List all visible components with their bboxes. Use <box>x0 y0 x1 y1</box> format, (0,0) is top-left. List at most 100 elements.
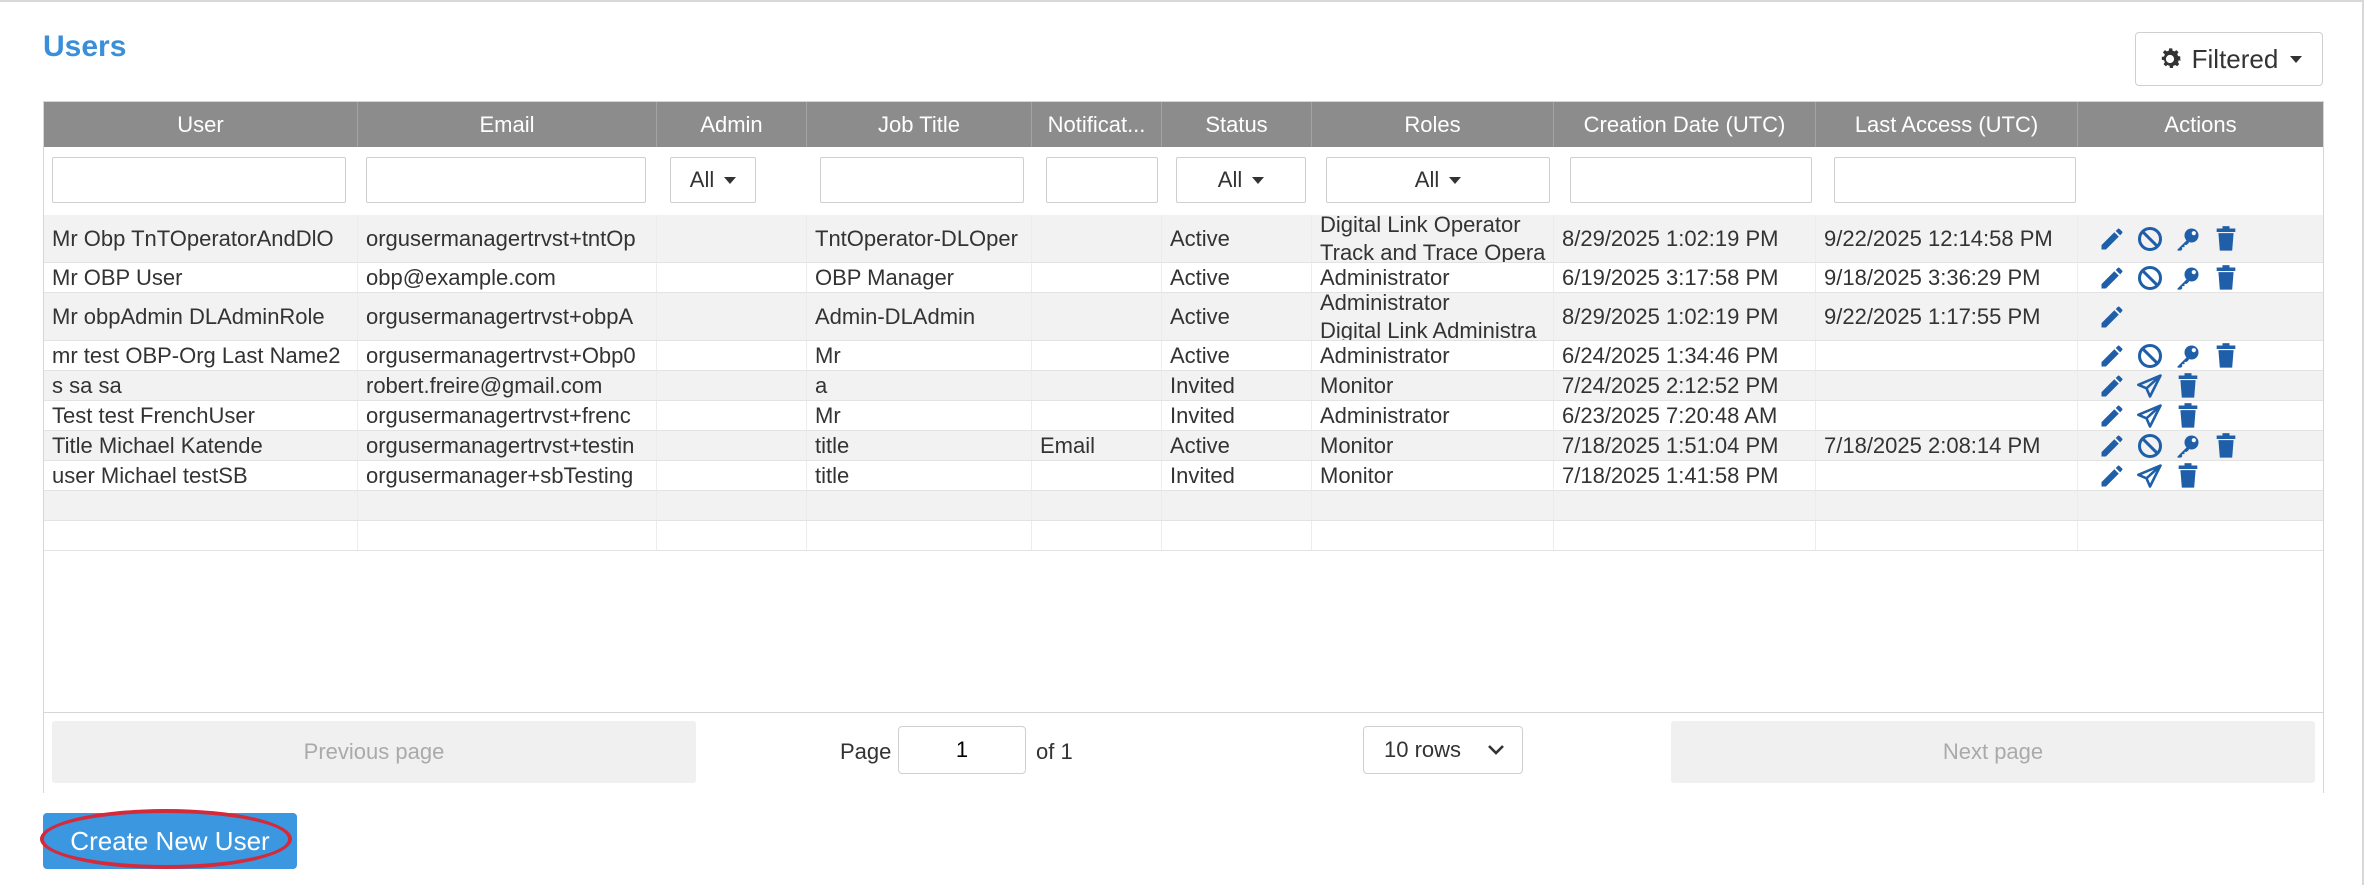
cell-created: 7/18/2025 1:51:04 PM <box>1554 431 1816 460</box>
key-icon[interactable] <box>2174 264 2202 292</box>
trash-icon[interactable] <box>2174 372 2202 400</box>
ban-icon[interactable] <box>2136 432 2164 460</box>
cell-roles: Monitor <box>1312 371 1554 400</box>
ban-icon[interactable] <box>2136 225 2164 253</box>
pencil-icon[interactable] <box>2098 462 2126 490</box>
cell-user <box>44 521 358 550</box>
cell-admin <box>657 263 807 292</box>
key-icon[interactable] <box>2174 225 2202 253</box>
trash-icon[interactable] <box>2212 225 2240 253</box>
cell-user: Mr OBP User <box>44 263 358 292</box>
column-header-admin[interactable]: Admin <box>657 102 807 147</box>
paper-plane-icon[interactable] <box>2136 402 2164 430</box>
pencil-icon[interactable] <box>2098 264 2126 292</box>
cell-email <box>358 521 657 550</box>
pencil-icon[interactable] <box>2098 342 2126 370</box>
previous-page-button[interactable]: Previous page <box>52 721 696 783</box>
email-filter-input[interactable] <box>366 157 646 203</box>
ban-icon[interactable] <box>2136 342 2164 370</box>
pencil-icon[interactable] <box>2098 402 2126 430</box>
trash-icon[interactable] <box>2174 462 2202 490</box>
cell-created: 6/23/2025 7:20:48 AM <box>1554 401 1816 430</box>
cell-actions <box>2078 293 2323 340</box>
status-filter-value: All <box>1217 167 1243 192</box>
cell-created <box>1554 521 1816 550</box>
trash-icon[interactable] <box>2212 342 2240 370</box>
last-access-filter-input[interactable] <box>1834 157 2076 203</box>
column-header-notification[interactable]: Notificat... <box>1032 102 1162 147</box>
cell-actions <box>2078 371 2323 400</box>
rows-per-page-select[interactable]: 10 rows <box>1363 726 1523 774</box>
cell-admin <box>657 431 807 460</box>
cell-job-title <box>807 521 1032 550</box>
creation-date-filter-input[interactable] <box>1570 157 1812 203</box>
column-header-status[interactable]: Status <box>1162 102 1312 147</box>
trash-icon[interactable] <box>2212 432 2240 460</box>
column-header-last-access[interactable]: Last Access (UTC) <box>1816 102 2078 147</box>
cell-user: mr test OBP-Org Last Name2 <box>44 341 358 370</box>
cell-roles <box>1312 491 1554 520</box>
table-row[interactable] <box>44 521 2323 551</box>
table-row[interactable]: Title Michael Katende orgusermanagertrvst… <box>44 431 2323 461</box>
table-row[interactable]: Mr OBP User obp@example.com OBP Manager Act… <box>44 263 2323 293</box>
column-header-job-title[interactable]: Job Title <box>807 102 1032 147</box>
cell-admin <box>657 371 807 400</box>
cell-created: 7/18/2025 1:41:58 PM <box>1554 461 1816 490</box>
cell-roles: Monitor <box>1312 431 1554 460</box>
pencil-icon[interactable] <box>2098 225 2126 253</box>
cell-status: Active <box>1162 431 1312 460</box>
table-row[interactable]: user Michael testSB orgusermanager+sbTest… <box>44 461 2323 491</box>
cell-actions <box>2078 521 2323 550</box>
table-row[interactable]: s sa sa robert.freire@gmail.com a Invited Mo… <box>44 371 2323 401</box>
cell-job-title: Mr <box>807 401 1032 430</box>
cell-notification <box>1032 491 1162 520</box>
cell-email: orgusermanagertrvst+Obp0 <box>358 341 657 370</box>
next-page-button[interactable]: Next page <box>1671 721 2315 783</box>
cell-user: s sa sa <box>44 371 358 400</box>
cell-last-access <box>1816 461 2078 490</box>
trash-icon[interactable] <box>2212 264 2240 292</box>
cell-notification <box>1032 293 1162 340</box>
column-header-email[interactable]: Email <box>358 102 657 147</box>
user-filter-input[interactable] <box>52 157 346 203</box>
cell-job-title: title <box>807 431 1032 460</box>
table-row[interactable]: mr test OBP-Org Last Name2 orgusermanager… <box>44 341 2323 371</box>
paper-plane-icon[interactable] <box>2136 462 2164 490</box>
pencil-icon[interactable] <box>2098 303 2126 331</box>
cell-job-title: Admin-DLAdmin <box>807 293 1032 340</box>
key-icon[interactable] <box>2174 432 2202 460</box>
key-icon[interactable] <box>2174 342 2202 370</box>
table-row[interactable]: Mr obpAdmin DLAdminRole orgusermanagertrv… <box>44 293 2323 341</box>
ban-icon[interactable] <box>2136 264 2164 292</box>
paper-plane-icon[interactable] <box>2136 372 2164 400</box>
pencil-icon[interactable] <box>2098 432 2126 460</box>
gear-icon <box>2161 48 2181 68</box>
admin-filter-select[interactable]: All <box>670 157 756 203</box>
page-number-input[interactable] <box>898 726 1026 774</box>
roles-filter-select[interactable]: All <box>1326 157 1550 203</box>
job-title-filter-input[interactable] <box>820 157 1024 203</box>
column-header-creation-date[interactable]: Creation Date (UTC) <box>1554 102 1816 147</box>
pencil-icon[interactable] <box>2098 372 2126 400</box>
filtered-dropdown-button[interactable]: Filtered <box>2135 32 2323 86</box>
column-header-user[interactable]: User <box>44 102 358 147</box>
cell-status: Invited <box>1162 461 1312 490</box>
cell-last-access: 9/22/2025 1:17:55 PM <box>1816 293 2078 340</box>
status-filter-select[interactable]: All <box>1176 157 1306 203</box>
cell-status: Active <box>1162 341 1312 370</box>
caret-down-icon <box>1449 176 1462 184</box>
table-row[interactable]: Mr Obp TnTOperatorAndDlO orgusermanagertr… <box>44 215 2323 263</box>
column-header-roles[interactable]: Roles <box>1312 102 1554 147</box>
create-new-user-button[interactable]: Create New User <box>43 813 297 869</box>
table-row[interactable]: Test test FrenchUser orgusermanagertrvst+… <box>44 401 2323 431</box>
notification-filter-input[interactable] <box>1046 157 1158 203</box>
cell-created: 8/29/2025 1:02:19 PM <box>1554 215 1816 262</box>
trash-icon[interactable] <box>2174 402 2202 430</box>
cell-admin <box>657 461 807 490</box>
filter-row: All All All <box>44 147 2323 216</box>
role-label: Administrator <box>1320 293 1450 315</box>
cell-job-title: Mr <box>807 341 1032 370</box>
cell-last-access <box>1816 491 2078 520</box>
table-row[interactable] <box>44 491 2323 521</box>
cell-notification <box>1032 461 1162 490</box>
